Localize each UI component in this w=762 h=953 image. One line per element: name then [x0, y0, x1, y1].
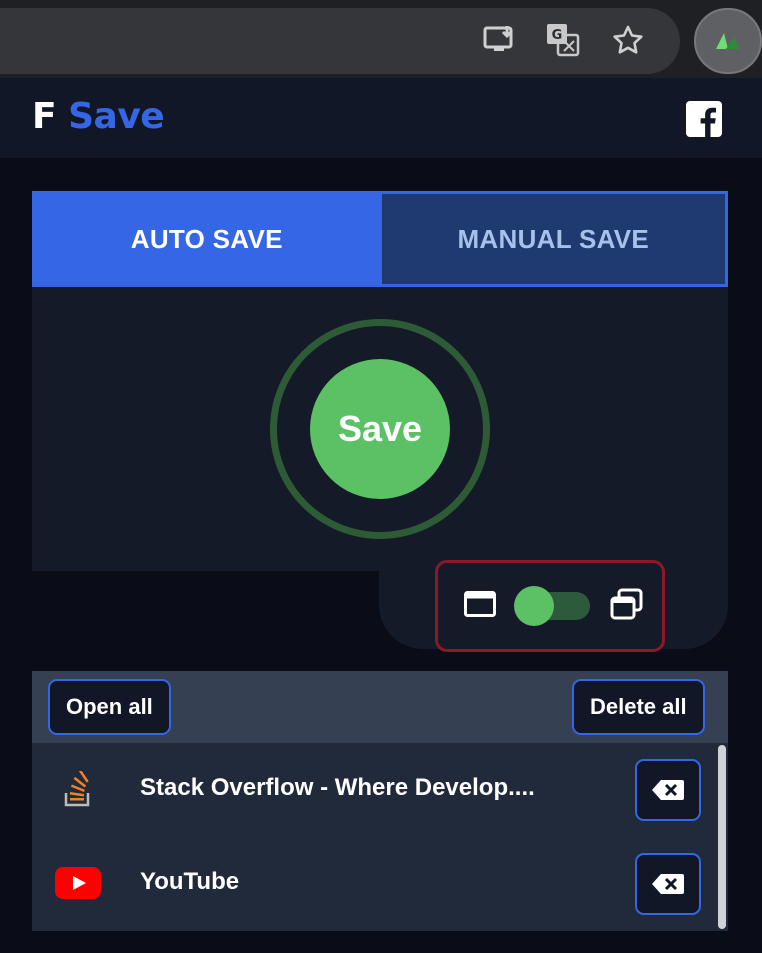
- saved-pages-list: Stack Overflow - Where Develop.... YouTu…: [32, 743, 728, 931]
- fsave-popup: F Save AUTO SAVE MANUAL SAVE Save Open al…: [0, 78, 762, 953]
- svg-text:G: G: [552, 28, 563, 43]
- browser-toolbar: G: [0, 0, 762, 78]
- multiple-windows-icon: [610, 588, 644, 625]
- delete-item-button[interactable]: [635, 759, 701, 821]
- delete-all-button[interactable]: Delete all: [572, 679, 705, 735]
- open-all-button[interactable]: Open all: [48, 679, 171, 735]
- list-item-title[interactable]: YouTube: [140, 868, 239, 896]
- list-item[interactable]: YouTube: [32, 837, 712, 931]
- install-app-icon[interactable]: [482, 22, 518, 58]
- list-scrollbar[interactable]: [718, 745, 726, 929]
- translate-icon[interactable]: G: [545, 22, 581, 58]
- window-mode-switch[interactable]: [514, 586, 590, 626]
- list-item-title[interactable]: Stack Overflow - Where Develop....: [140, 774, 535, 802]
- switch-knob: [514, 586, 554, 626]
- save-button[interactable]: Save: [310, 359, 450, 499]
- youtube-icon: [54, 865, 102, 901]
- window-mode-toggle-group: [435, 560, 665, 652]
- save-mode-tabs: AUTO SAVE MANUAL SAVE: [32, 191, 728, 287]
- tab-auto-save[interactable]: AUTO SAVE: [35, 194, 379, 284]
- brand-letter: F: [32, 96, 57, 137]
- stackoverflow-icon: [54, 771, 102, 807]
- extension-logo-icon: [716, 33, 740, 49]
- facebook-icon[interactable]: [686, 101, 722, 137]
- popup-header: F Save: [0, 78, 762, 158]
- brand-logo: F Save: [32, 96, 165, 137]
- extension-button[interactable]: [694, 8, 762, 74]
- backspace-icon: [652, 874, 684, 894]
- brand-name: Save: [68, 96, 165, 137]
- tab-manual-save[interactable]: MANUAL SAVE: [381, 194, 725, 284]
- single-window-icon: [464, 590, 496, 622]
- auto-save-panel: Save: [32, 287, 728, 571]
- bookmark-star-icon[interactable]: [610, 22, 646, 58]
- saved-list-toolbar: Open all Delete all: [32, 671, 728, 743]
- backspace-icon: [652, 780, 684, 800]
- save-button-ring: Save: [270, 319, 490, 539]
- delete-item-button[interactable]: [635, 853, 701, 915]
- list-item[interactable]: Stack Overflow - Where Develop....: [32, 743, 712, 837]
